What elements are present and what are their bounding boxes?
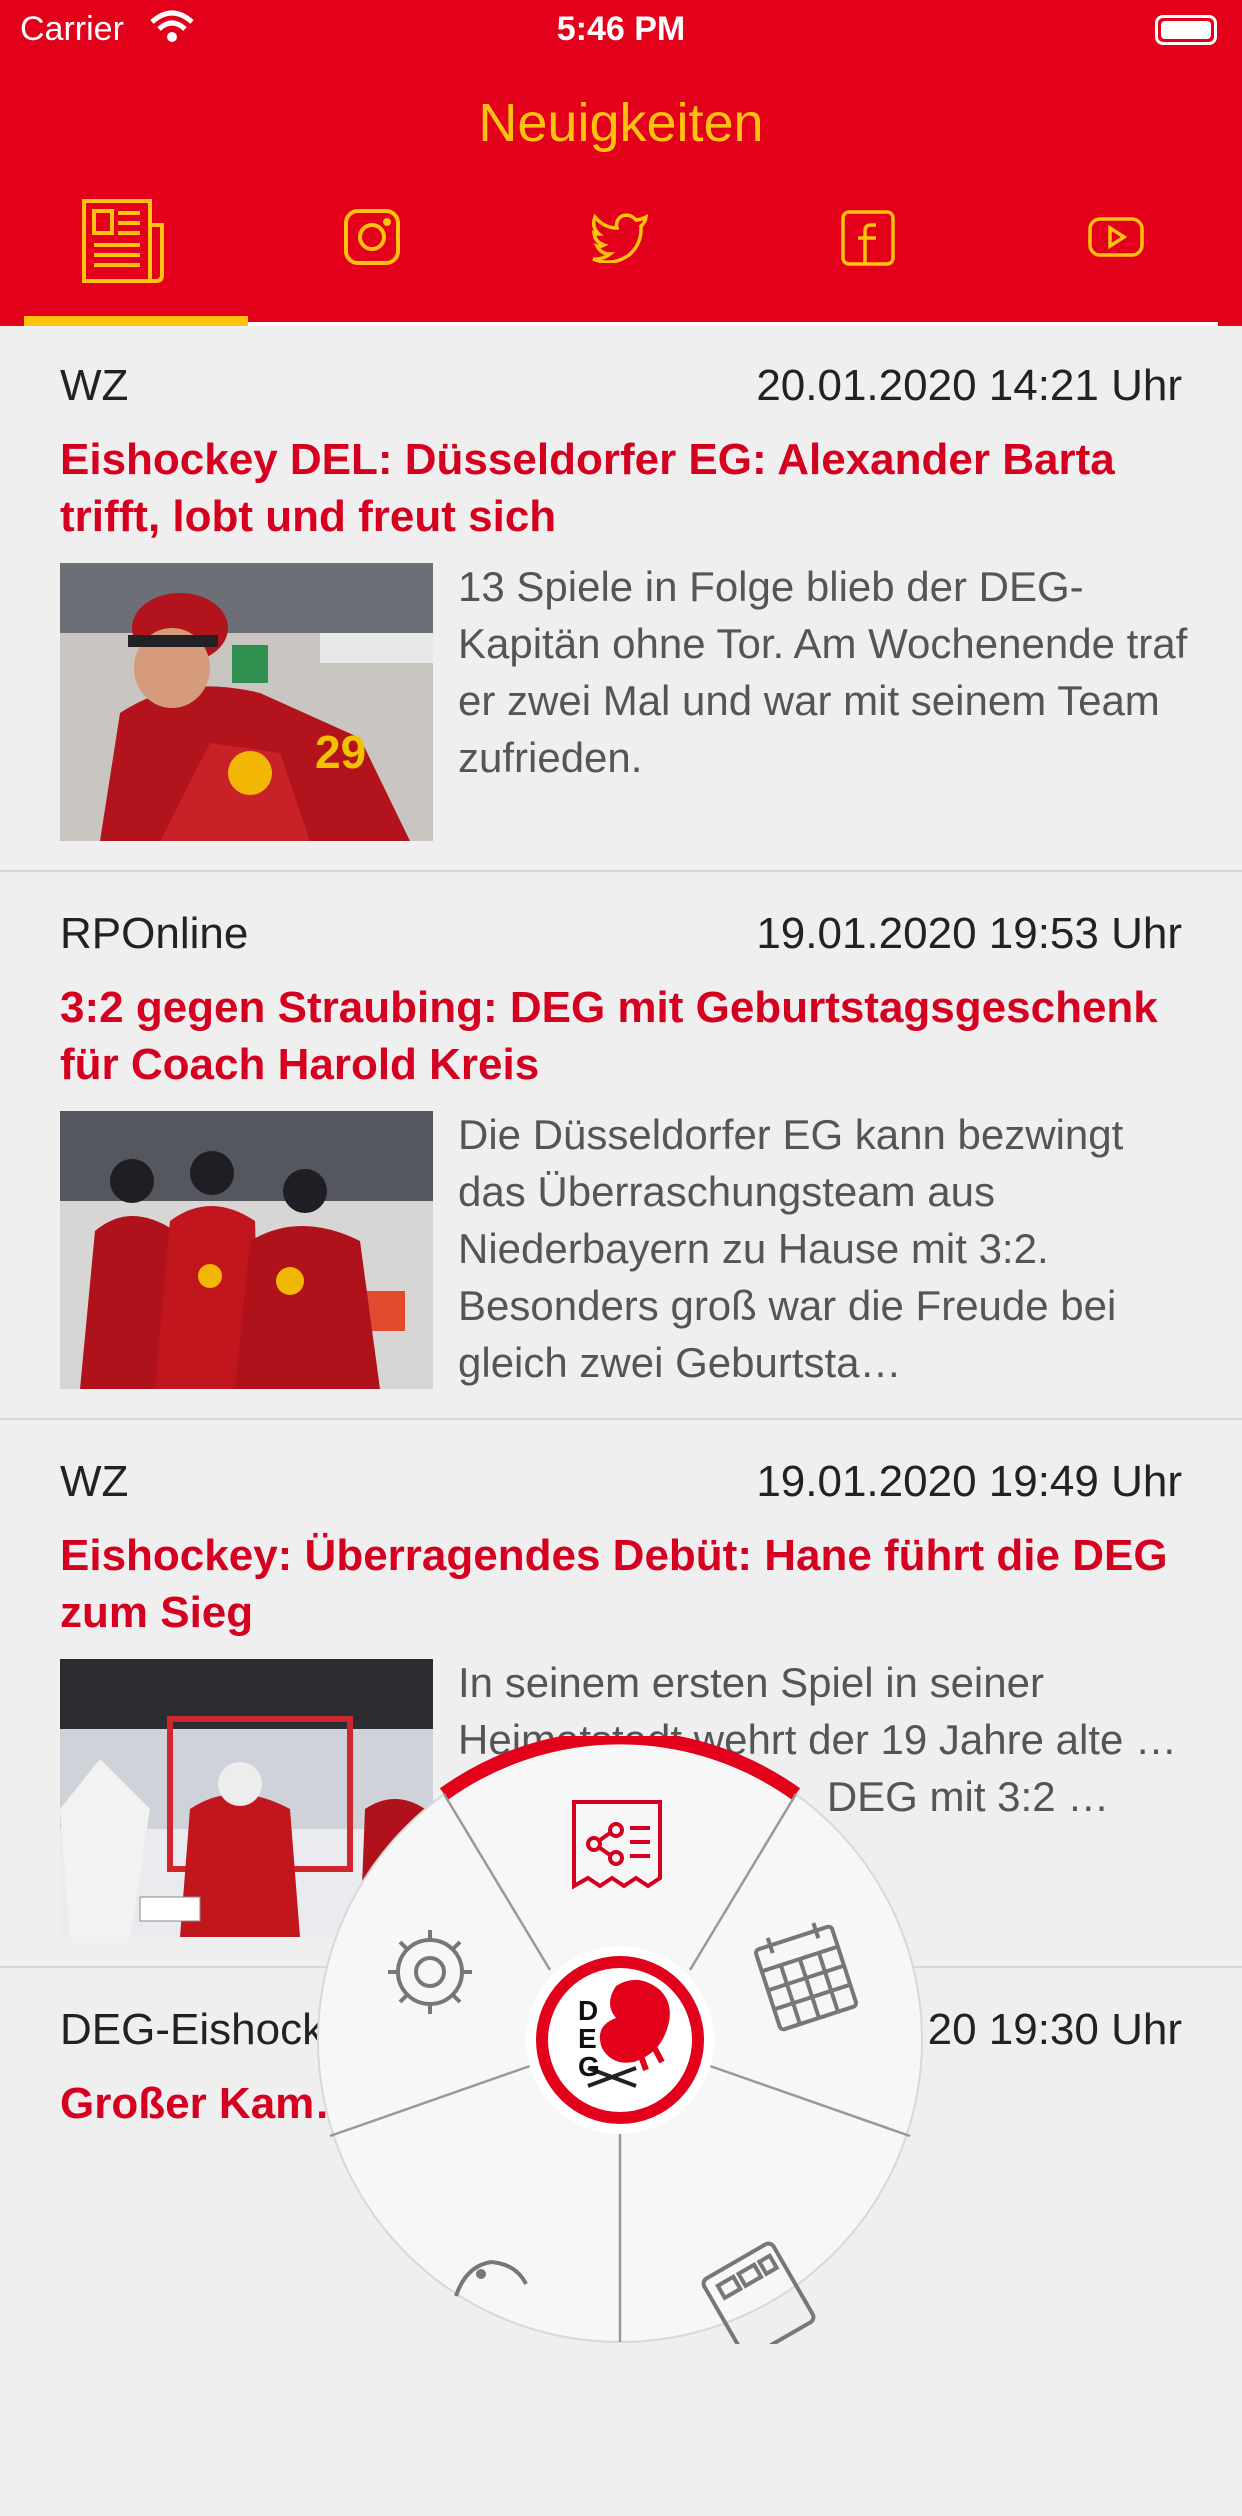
- news-icon: [82, 199, 164, 283]
- battery-icon: [1155, 15, 1217, 45]
- tab-facebook[interactable]: [744, 185, 992, 320]
- facebook-icon: [841, 210, 895, 266]
- article-title[interactable]: Eishockey: Überragendes Debüt: Hane führ…: [60, 1527, 1180, 1641]
- tab-instagram[interactable]: [248, 185, 496, 320]
- svg-text:29: 29: [315, 726, 366, 778]
- twitter-icon: [591, 213, 649, 263]
- article-source: WZ: [60, 1457, 129, 1506]
- article-source: RPOnline: [60, 909, 249, 958]
- header-bar: Carrier 5:46 PM Neuigkeiten: [0, 0, 1242, 326]
- source-tabs: [0, 185, 1242, 325]
- active-tab-indicator: [24, 316, 248, 326]
- deg-letter-d: D: [578, 1995, 598, 2026]
- tab-news[interactable]: [0, 185, 248, 320]
- article-item[interactable]: RPOnline 19.01.2020 19:53 Uhr 3:2 gegen …: [0, 874, 1242, 1420]
- deg-letter-g: G: [578, 2051, 600, 2082]
- article-date: 20.01.2020 14:21 Uhr: [756, 361, 1182, 410]
- page-title: Neuigkeiten: [478, 93, 764, 153]
- youtube-icon: [1088, 217, 1144, 257]
- article-thumbnail[interactable]: 29: [60, 563, 433, 841]
- article-title[interactable]: 3:2 gegen Straubing: DEG mit Geburtstags…: [60, 979, 1180, 1093]
- tab-twitter[interactable]: [496, 185, 744, 320]
- article-source: WZ: [60, 361, 129, 410]
- deg-letter-e: E: [578, 2023, 597, 2054]
- article-excerpt: Die Düsseldorfer EG kann bezwingt das Üb…: [458, 1111, 1124, 1386]
- radial-menu[interactable]: D E G: [316, 1736, 924, 2344]
- article-date: 19.01.2020 19:53 Uhr: [756, 909, 1182, 958]
- deg-logo[interactable]: D E G: [526, 1946, 714, 2134]
- article-date: 19.01.2020 19:49 Uhr: [756, 1457, 1182, 1506]
- article-title[interactable]: Eishockey DEL: Düsseldorfer EG: Alexande…: [60, 431, 1180, 545]
- article-date: …20 19:30 Uhr: [883, 2005, 1182, 2054]
- article-item[interactable]: WZ 20.01.2020 14:21 Uhr Eishockey DEL: D…: [0, 326, 1242, 872]
- status-bar: Carrier 5:46 PM: [0, 0, 1242, 62]
- clock: 5:46 PM: [556, 10, 686, 48]
- article-thumbnail[interactable]: [60, 1111, 433, 1389]
- tab-youtube[interactable]: [992, 185, 1240, 320]
- article-excerpt: 13 Spiele in Folge blieb der DEG-Kapitän…: [458, 563, 1188, 781]
- instagram-icon: [344, 209, 400, 265]
